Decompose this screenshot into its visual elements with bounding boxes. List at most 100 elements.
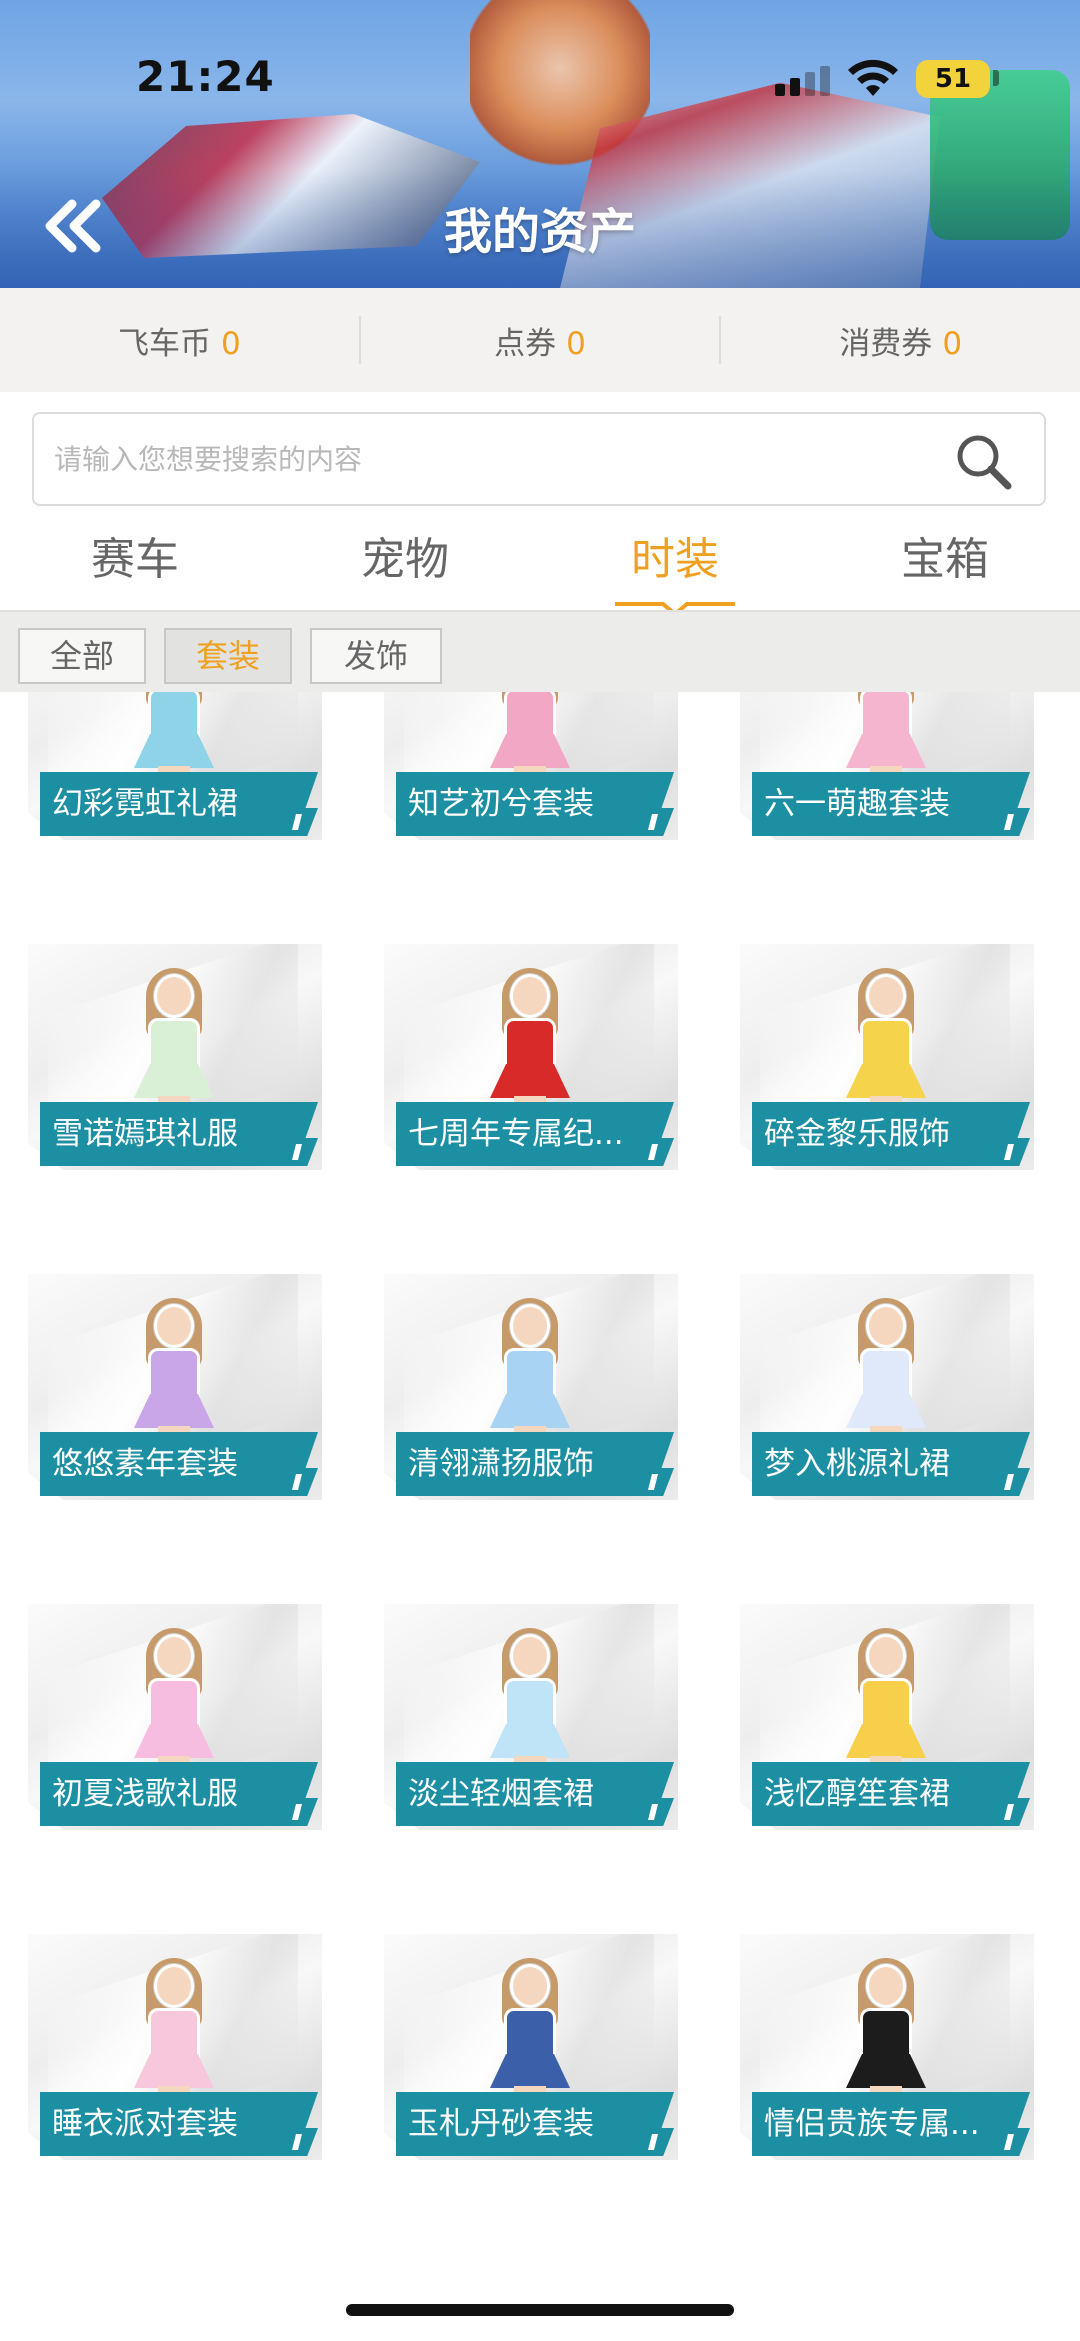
currency-label: 飞车币 — [117, 325, 211, 362]
outfit-card[interactable]: 幻彩霓虹礼裙 — [20, 692, 322, 854]
figure-head — [866, 1964, 906, 2008]
figure-skirt — [134, 2054, 214, 2088]
outfit-card[interactable]: 悠悠素年套装 — [20, 1274, 322, 1514]
tab-pets[interactable]: 宠物 — [270, 520, 540, 610]
outfit-card[interactable]: 六一萌趣套装 — [732, 692, 1034, 854]
category-tabs: 赛车 宠物 时装 宝箱 — [0, 520, 1080, 618]
figure-skirt — [846, 1064, 926, 1098]
outfit-name: 睡衣派对套装 — [52, 2106, 238, 2142]
figure-head — [866, 974, 906, 1018]
figure-skirt — [134, 734, 214, 768]
filter-hair[interactable]: 发饰 — [310, 628, 442, 684]
outfit-card[interactable]: 碎金黎乐服饰 — [732, 944, 1034, 1184]
figure-skirt — [490, 1064, 570, 1098]
outfit-name: 情侣贵族专属... — [764, 2106, 980, 2142]
outfit-card[interactable]: 知艺初兮套装 — [376, 692, 678, 854]
outfit-label: 初夏浅歌礼服 — [40, 1762, 336, 1826]
tab-chests[interactable]: 宝箱 — [810, 520, 1080, 610]
sub-filter-bar: 全部 套装 发饰 — [0, 610, 1080, 692]
wifi-icon — [848, 59, 898, 96]
header-banner: 21:24 51 我的资产 — [0, 0, 1080, 288]
currency-bar: 飞车币 0 点券 0 消费券 0 — [0, 288, 1080, 392]
tab-cars[interactable]: 赛车 — [0, 520, 270, 610]
outfit-name: 玉札丹砂套装 — [408, 2106, 594, 2142]
outfit-card[interactable]: 情侣贵族专属... — [732, 1934, 1034, 2174]
figure-head — [510, 1634, 550, 1678]
outfit-name: 幻彩霓虹礼裙 — [52, 786, 238, 822]
currency-label: 消费券 — [839, 325, 933, 362]
figure-skirt — [134, 1064, 214, 1098]
outfit-card[interactable]: 梦入桃源礼裙 — [732, 1274, 1034, 1514]
tab-fashion-label: 时装 — [631, 534, 719, 585]
outfit-label: 淡尘轻烟套裙 — [396, 1762, 692, 1826]
outfit-card[interactable]: 清翎潇扬服饰 — [376, 1274, 678, 1514]
figure-skirt — [846, 1724, 926, 1758]
currency-xiaofeiquan: 消费券 0 — [721, 318, 1080, 363]
outfit-label: 情侣贵族专属... — [752, 2092, 1048, 2156]
figure-skirt — [846, 1394, 926, 1428]
outfit-label: 七周年专属纪... — [396, 1102, 692, 1166]
page-title: 我的资产 — [443, 204, 636, 260]
outfit-label: 悠悠素年套装 — [40, 1432, 336, 1496]
outfit-name: 淡尘轻烟套裙 — [408, 1776, 594, 1812]
outfit-name: 梦入桃源礼裙 — [764, 1446, 950, 1482]
outfit-name: 六一萌趣套装 — [764, 786, 950, 822]
figure-head — [154, 1304, 194, 1348]
outfit-label: 知艺初兮套装 — [396, 772, 692, 836]
outfit-name: 知艺初兮套装 — [408, 786, 594, 822]
outfit-name: 浅忆醇笙套裙 — [764, 1776, 950, 1812]
outfit-card[interactable]: 浅忆醇笙套裙 — [732, 1604, 1034, 1844]
currency-feichebi: 飞车币 0 — [0, 318, 359, 363]
outfit-card[interactable]: 七周年专属纪... — [376, 944, 678, 1184]
outfit-name: 碎金黎乐服饰 — [764, 1116, 950, 1152]
outfit-name: 七周年专属纪... — [408, 1116, 624, 1152]
outfit-label: 六一萌趣套装 — [752, 772, 1048, 836]
outfit-name: 初夏浅歌礼服 — [52, 1776, 238, 1812]
currency-dianquan: 点券 0 — [361, 318, 720, 363]
figure-head — [154, 974, 194, 1018]
outfit-card[interactable]: 雪诺嫣琪礼服 — [20, 944, 322, 1184]
figure-head — [510, 1964, 550, 2008]
outfit-card[interactable]: 初夏浅歌礼服 — [20, 1604, 322, 1844]
outfit-name: 雪诺嫣琪礼服 — [52, 1116, 238, 1152]
outfit-name: 悠悠素年套装 — [52, 1446, 238, 1482]
search-icon[interactable] — [952, 430, 1014, 492]
currency-value: 0 — [566, 325, 586, 362]
home-indicator — [346, 2304, 734, 2316]
figure-head — [510, 1304, 550, 1348]
currency-value: 0 — [220, 325, 241, 362]
tab-fashion[interactable]: 时装 — [540, 520, 810, 618]
figure-head — [154, 1634, 194, 1678]
cellular-signal-icon — [775, 62, 831, 96]
status-time: 21:24 — [136, 52, 275, 101]
outfit-label: 睡衣派对套装 — [40, 2092, 336, 2156]
outfit-label: 清翎潇扬服饰 — [396, 1432, 692, 1496]
figure-head — [154, 1964, 194, 2008]
outfit-card[interactable]: 玉札丹砂套装 — [376, 1934, 678, 2174]
battery-indicator: 51 — [916, 60, 990, 98]
item-grid: 幻彩霓虹礼裙 知艺初兮套装 六一萌趣套装雪诺嫣琪礼服 七周年专属纪... 碎金黎乐服饰悠… — [0, 692, 1080, 2252]
battery-tip — [993, 70, 999, 86]
figure-skirt — [490, 1394, 570, 1428]
figure-skirt — [490, 734, 570, 768]
currency-value: 0 — [942, 325, 963, 362]
figure-skirt — [846, 734, 926, 768]
outfit-label: 幻彩霓虹礼裙 — [40, 772, 336, 836]
outfit-label: 梦入桃源礼裙 — [752, 1432, 1048, 1496]
search-box — [32, 412, 1046, 506]
outfit-name: 清翎潇扬服饰 — [408, 1446, 594, 1482]
outfit-card[interactable]: 睡衣派对套装 — [20, 1934, 322, 2174]
outfit-label: 玉札丹砂套装 — [396, 2092, 692, 2156]
figure-skirt — [134, 1724, 214, 1758]
figure-skirt — [846, 2054, 926, 2088]
filter-suits[interactable]: 套装 — [164, 628, 292, 684]
figure-skirt — [490, 1724, 570, 1758]
outfit-card[interactable]: 淡尘轻烟套裙 — [376, 1604, 678, 1844]
outfit-label: 雪诺嫣琪礼服 — [40, 1102, 336, 1166]
figure-head — [866, 1634, 906, 1678]
figure-skirt — [490, 2054, 570, 2088]
search-input[interactable] — [54, 414, 934, 504]
filter-all[interactable]: 全部 — [18, 628, 146, 684]
figure-head — [866, 1304, 906, 1348]
figure-head — [510, 974, 550, 1018]
